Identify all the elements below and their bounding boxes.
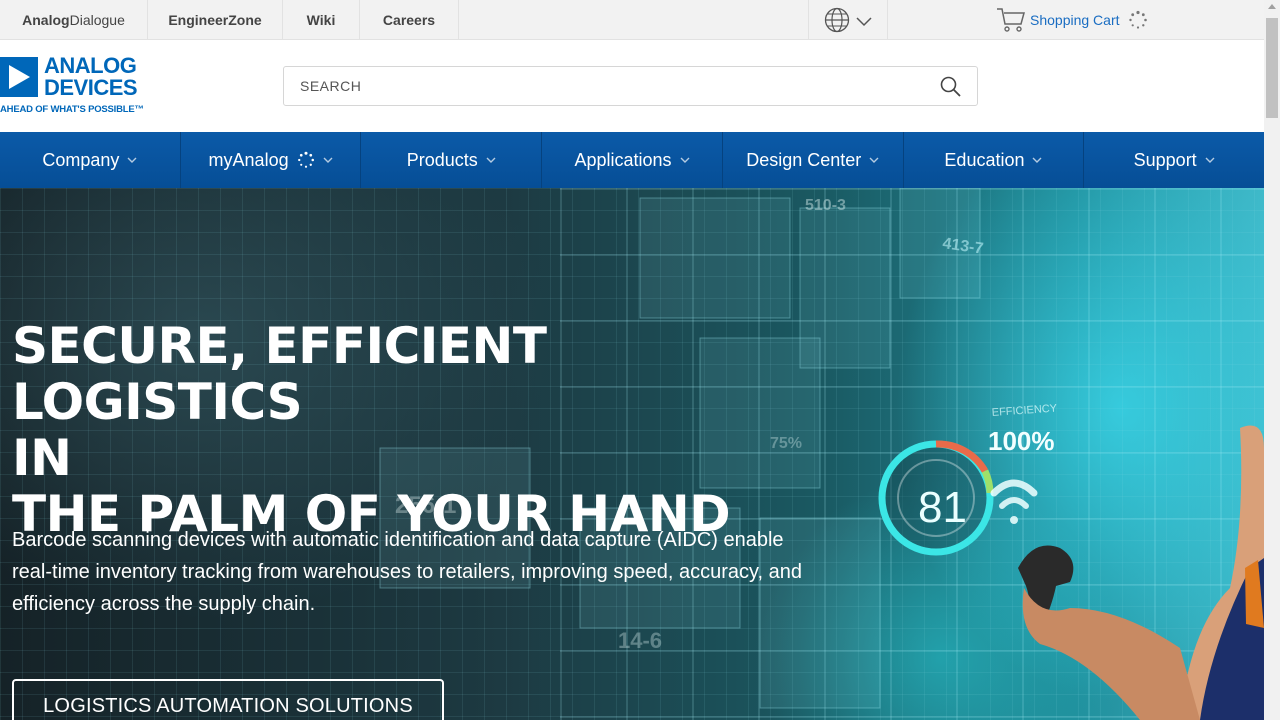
page-scrollbar[interactable] [1264,0,1280,720]
utility-link-label: Careers [382,12,436,28]
utility-link-engineerzone[interactable]: EngineerZone [148,0,283,40]
logo-line-2: DEVICES [44,75,138,100]
panel-tag-14: 14-6 [618,628,662,653]
chevron-down-icon [856,17,872,27]
chevron-down-icon [869,157,879,163]
nav-item-label: Support [1133,149,1197,170]
nav-item-myanalog[interactable]: myAnalog [181,132,362,188]
loading-spinner-icon [297,151,314,168]
utility-link-bold: Analog [22,12,70,28]
wifi-icon [990,479,1038,524]
nav-item-products[interactable]: Products [361,132,543,188]
efficiency-gauge: 81 [878,440,994,556]
utility-link-label: Wiki [306,12,336,28]
chevron-down-icon [486,157,496,163]
panel-tag-510: 510-3 [805,197,846,214]
nav-item-label: Education [944,149,1025,170]
person-with-scanner [1018,425,1264,720]
nav-item-company[interactable]: Company [0,132,181,188]
utility-link-analog-dialogue[interactable]: AnalogDialogue [0,0,148,40]
site-header: ANALOG DEVICES AHEAD OF WHAT'S POSSIBLE™ [0,40,1264,132]
utility-link-label: EngineerZone [168,12,262,28]
efficiency-label: EFFICIENCY [991,402,1058,419]
nav-item-label: Applications [574,149,672,170]
analog-devices-logo[interactable]: ANALOG DEVICES AHEAD OF WHAT'S POSSIBLE™ [0,55,150,119]
shopping-cart-link[interactable]: Shopping Cart [996,0,1148,40]
search-button[interactable] [939,75,963,99]
hero-headline: SECURE, EFFICIENT LOGISTICS IN THE PALM … [12,318,812,542]
nav-item-design-center[interactable]: Design Center [723,132,904,188]
cta-label: LOGISTICS AUTOMATION SOLUTIONS [43,695,413,717]
globe-icon [824,7,850,33]
cart-icon [997,8,1025,32]
logistics-automation-solutions-button[interactable]: LOGISTICS AUTOMATION SOLUTIONS [12,679,444,720]
utility-link-careers[interactable]: Careers [360,0,459,40]
nav-item-label: Products [406,149,478,170]
chevron-down-icon [1205,157,1215,163]
utility-link-light: Dialogue [69,12,125,28]
hero-banner: 413-7 256-1 14-6 75% 510-3 81 EFFICIENCY… [0,188,1264,720]
scroll-up-arrow-icon[interactable] [1268,4,1276,9]
logo-line-1: ANALOG [44,53,137,78]
logo-wordmark: ANALOG DEVICES [44,53,138,100]
chevron-down-icon [323,157,333,163]
main-nav: Company myAnalog Products Applications D… [0,132,1264,188]
search-icon [940,76,961,97]
nav-item-education[interactable]: Education [904,132,1085,188]
search-input[interactable] [284,67,924,105]
chevron-down-icon [680,157,690,163]
hero-headline-line-1: SECURE, EFFICIENT LOGISTICS [12,317,547,431]
shopping-cart-label: Shopping Cart [1030,12,1120,28]
language-selector[interactable] [808,0,888,40]
utility-link-wiki[interactable]: Wiki [283,0,360,40]
nav-item-applications[interactable]: Applications [542,132,723,188]
hero-description: Barcode scanning devices with automatic … [12,529,802,615]
logo-triangle-icon [9,65,30,89]
nav-item-label: myAnalog [208,149,289,170]
gauge-value: 81 [918,483,967,532]
search-box [283,66,978,106]
chevron-down-icon [127,157,137,163]
loading-spinner-icon [1128,10,1147,29]
nav-item-label: Design Center [746,149,862,170]
nav-item-support[interactable]: Support [1084,132,1264,188]
efficiency-value: 100% [988,426,1055,456]
utility-bar: AnalogDialogue EngineerZone Wiki Careers… [0,0,1264,40]
logo-tagline: AHEAD OF WHAT'S POSSIBLE™ [0,104,144,115]
nav-item-label: Company [42,149,120,170]
scrollbar-thumb[interactable] [1266,18,1278,118]
hero-headline-line-2: IN [12,429,72,487]
chevron-down-icon [1032,157,1042,163]
logo-mark [0,57,38,97]
